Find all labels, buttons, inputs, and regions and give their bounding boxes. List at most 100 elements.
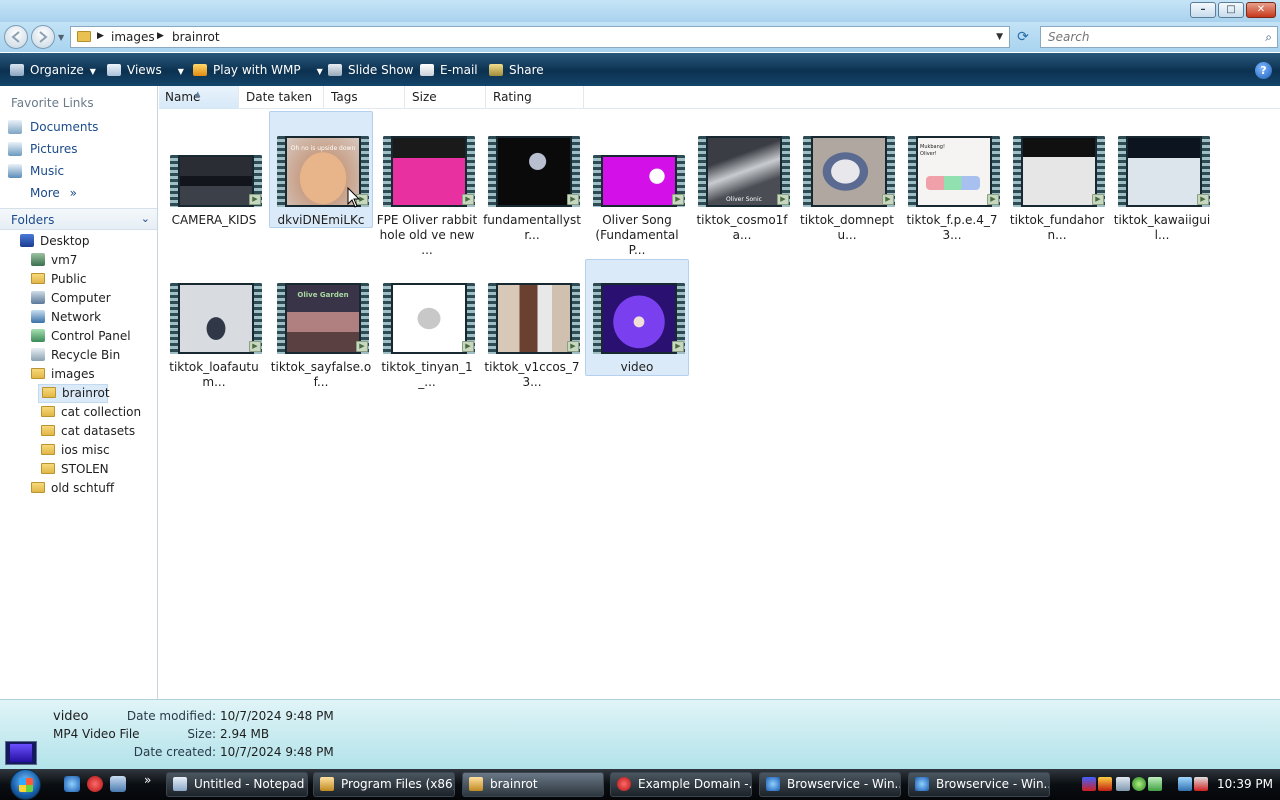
address-dropdown-icon[interactable]: ▼ — [996, 32, 1003, 42]
column-header-date-taken[interactable]: Date taken — [240, 86, 324, 109]
start-button[interactable] — [10, 769, 41, 800]
tree-cat-collection[interactable]: cat collection — [38, 403, 144, 422]
quick-launch-more-icon[interactable]: » — [144, 773, 151, 787]
column-headers: ▲ Name Date taken Tags Size Rating — [159, 86, 1280, 109]
file-name: tiktok_domneptu... — [800, 213, 894, 242]
file-item[interactable]: Mukbang! Oliver! ▶ tiktok_f.p.e.4_73... — [900, 111, 1004, 243]
file-item[interactable]: ▶ tiktok_domneptu... — [795, 111, 899, 243]
file-item[interactable]: ▶ CAMERA_KIDS — [162, 111, 266, 243]
file-item[interactable]: ▶ tiktok_loafautum... — [162, 259, 266, 389]
back-button[interactable] — [4, 25, 28, 49]
taskbar-item-example-domain[interactable]: Example Domain -... — [610, 772, 752, 797]
recent-pages-dropdown-icon[interactable]: ▼ — [58, 33, 64, 42]
favorite-documents[interactable]: Documents — [8, 117, 98, 137]
favorite-music[interactable]: Music — [8, 161, 64, 181]
favorite-pictures[interactable]: Pictures — [8, 139, 78, 159]
double-chevron-icon: » — [69, 186, 77, 200]
size-value: 2.94 MB — [220, 727, 270, 741]
column-header-name[interactable]: ▲ Name — [159, 86, 239, 109]
file-item[interactable]: Oliver Sonic ▶ tiktok_cosmo1fa... — [690, 111, 794, 243]
file-item[interactable]: ▶ video — [585, 259, 689, 376]
file-item[interactable]: ▶ FPE Oliver rabbit hole old ve new ... — [375, 111, 479, 257]
internet-explorer-icon[interactable] — [64, 776, 80, 792]
folder-icon — [42, 387, 56, 398]
video-thumbnail: ▶ — [593, 155, 685, 207]
volume-muted-icon[interactable] — [1194, 777, 1208, 791]
tree-brainrot[interactable]: brainrot — [38, 384, 110, 403]
breadcrumb-brainrot[interactable]: brainrot — [172, 30, 220, 44]
file-item[interactable]: ▶ tiktok_fundahorn... — [1005, 111, 1109, 243]
tree-recycle-bin[interactable]: Recycle Bin — [28, 346, 123, 365]
search-input[interactable] — [1046, 28, 1246, 46]
more-favorites-link[interactable]: More » — [30, 186, 77, 200]
tree-network[interactable]: Network — [28, 308, 104, 327]
file-item[interactable]: ▶ tiktok_tinyan_1_... — [375, 259, 479, 389]
windows-logo-icon — [19, 778, 33, 792]
navigation-pane: Favorite Links Documents Pictures Music … — [0, 86, 158, 699]
device-icon[interactable] — [1116, 777, 1130, 791]
taskbar-item-notepad[interactable]: Untitled - Notepad — [166, 772, 308, 797]
tree-desktop[interactable]: Desktop — [17, 232, 93, 251]
maximize-button[interactable]: □ — [1218, 2, 1244, 18]
minimize-button[interactable]: – — [1190, 2, 1216, 18]
opera-icon[interactable] — [87, 776, 103, 792]
sync-icon[interactable] — [1148, 777, 1162, 791]
language-icon[interactable] — [1082, 777, 1096, 791]
breadcrumb-images[interactable]: images — [111, 30, 155, 44]
file-item[interactable]: Oh no is upside down ▶ dkviDNEmiLKc — [269, 111, 373, 228]
folder-icon — [31, 273, 45, 284]
email-button[interactable]: E-mail — [420, 61, 478, 79]
show-desktop-icon[interactable] — [110, 776, 126, 792]
video-thumbnail: ▶ — [593, 283, 685, 354]
tree-ios-misc[interactable]: ios misc — [38, 441, 113, 460]
file-item[interactable]: ▶ tiktok_v1ccos_73... — [480, 259, 584, 389]
video-play-icon: ▶ — [882, 194, 894, 205]
file-item[interactable]: ▶ Oliver Song (Fundamental P... — [585, 111, 689, 257]
views-button[interactable]: Views ▼ — [107, 61, 184, 79]
close-button[interactable]: ✕ — [1246, 2, 1276, 18]
taskbar-item-brainrot[interactable]: brainrot — [462, 772, 604, 797]
chevron-down-icon[interactable]: ⌄ — [141, 212, 150, 225]
tree-public[interactable]: Public — [28, 270, 90, 289]
tree-vm7[interactable]: vm7 — [28, 251, 80, 270]
file-name: video — [620, 360, 654, 374]
chevron-right-icon[interactable]: ▶ — [97, 31, 104, 41]
network-status-icon[interactable] — [1178, 777, 1192, 791]
tree-computer[interactable]: Computer — [28, 289, 114, 308]
search-icon[interactable]: ⌕ — [1265, 30, 1272, 45]
file-item[interactable]: ▶ fundamentallystr... — [480, 111, 584, 243]
play-with-wmp-button[interactable]: Play with WMP ▼ — [193, 61, 323, 79]
search-box[interactable]: ⌕ — [1040, 26, 1278, 48]
tree-stolen[interactable]: STOLEN — [38, 460, 112, 479]
desktop-icon — [20, 234, 34, 247]
internet-explorer-icon — [915, 777, 929, 791]
organize-button[interactable]: Organize ▼ — [10, 61, 96, 79]
tree-cat-datasets[interactable]: cat datasets — [38, 422, 138, 441]
file-name: tiktok_sayfalse.of... — [270, 360, 372, 389]
taskbar-item-browservice-2[interactable]: Browservice - Win... — [908, 772, 1050, 797]
tree-control-panel[interactable]: Control Panel — [28, 327, 134, 346]
update-icon[interactable] — [1132, 777, 1146, 791]
tree-images[interactable]: images — [28, 365, 98, 384]
column-header-size[interactable]: Size — [406, 86, 486, 109]
file-item[interactable]: Olive Garden ▶ tiktok_sayfalse.of... — [269, 259, 373, 389]
security-shield-icon[interactable] — [1098, 777, 1112, 791]
chevron-right-icon[interactable]: ▶ — [157, 31, 164, 41]
forward-button[interactable] — [31, 25, 55, 49]
share-button[interactable]: Share — [489, 61, 544, 79]
video-play-icon: ▶ — [567, 341, 579, 352]
folders-header[interactable]: Folders ⌄ — [0, 208, 157, 230]
taskbar-item-browservice-1[interactable]: Browservice - Win... — [759, 772, 901, 797]
tree-old-schtuff[interactable]: old schtuff — [28, 479, 117, 498]
internet-explorer-icon — [766, 777, 780, 791]
taskbar-item-program-files[interactable]: Program Files (x86) — [313, 772, 455, 797]
column-header-tags[interactable]: Tags — [325, 86, 405, 109]
address-bar[interactable]: ▶ images ▶ brainrot ▼ — [70, 26, 1010, 48]
column-header-rating[interactable]: Rating — [487, 86, 584, 109]
details-file-name: video — [53, 709, 89, 724]
help-button[interactable]: ? — [1255, 62, 1272, 79]
slide-show-button[interactable]: Slide Show — [328, 61, 413, 79]
file-item[interactable]: ▶ tiktok_kawaiiguil... — [1110, 111, 1214, 243]
clock[interactable]: 10:39 PM — [1217, 777, 1273, 791]
refresh-button[interactable]: ⟳ — [1012, 26, 1034, 48]
